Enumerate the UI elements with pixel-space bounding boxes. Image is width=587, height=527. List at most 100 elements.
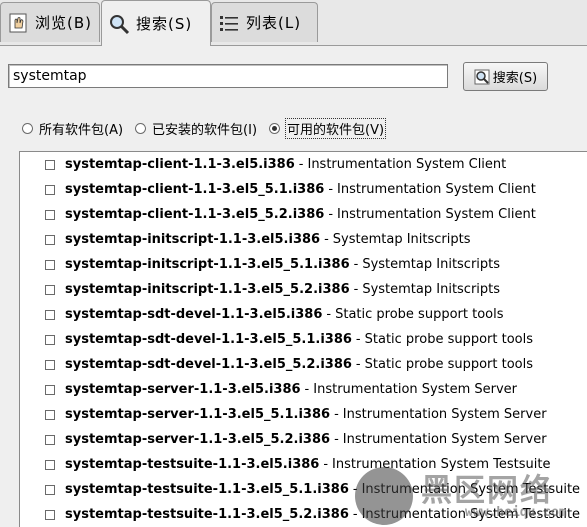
filter-available-label: 可用的软件包(V)	[285, 117, 387, 139]
package-checkbox[interactable]	[45, 359, 55, 370]
package-name: systemtap-initscript-1.1-3.el5.i386	[65, 232, 321, 247]
tab-list-label: 列表(L)	[246, 14, 302, 32]
separator: -	[352, 482, 358, 497]
separator: -	[353, 282, 359, 297]
package-description: Instrumentation System Server	[342, 432, 547, 447]
package-name: systemtap-initscript-1.1-3.el5_5.2.i386	[65, 282, 350, 297]
package-checkbox[interactable]	[45, 209, 55, 220]
package-name: systemtap-server-1.1-3.el5_5.2.i386	[65, 432, 331, 447]
package-name: systemtap-sdt-devel-1.1-3.el5.i386	[65, 307, 323, 322]
filter-available-radio[interactable]: 可用的软件包(V)	[269, 117, 387, 139]
table-row[interactable]: systemtap-initscript-1.1-3.el5_5.2.i386-…	[20, 277, 587, 302]
package-checkbox[interactable]	[45, 259, 55, 270]
separator: -	[324, 232, 329, 247]
table-row[interactable]: systemtap-sdt-devel-1.1-3.el5_5.2.i386- S…	[20, 352, 587, 377]
table-row[interactable]: systemtap-server-1.1-3.el5_5.1.i386- Inst…	[20, 402, 587, 427]
search-button[interactable]: 搜索(S)	[463, 62, 548, 91]
separator: -	[334, 407, 339, 422]
table-row[interactable]: systemtap-sdt-devel-1.1-3.el5_5.1.i386- S…	[20, 327, 587, 352]
separator: -	[298, 157, 304, 172]
package-checkbox[interactable]	[45, 509, 55, 520]
package-description: Static probe support tools	[364, 332, 534, 347]
separator: -	[352, 507, 358, 522]
package-checkbox[interactable]	[45, 459, 55, 470]
separator: -	[353, 257, 359, 272]
package-name: systemtap-sdt-devel-1.1-3.el5_5.2.i386	[65, 357, 352, 372]
tab-divider	[0, 45, 587, 46]
package-filter: 所有软件包(A) 已安装的软件包(I) 可用的软件包(V)	[22, 117, 397, 139]
search-input[interactable]	[8, 64, 448, 88]
package-name: systemtap-client-1.1-3.el5_5.2.i386	[65, 207, 325, 222]
tab-search-label: 搜索(S)	[136, 15, 193, 33]
filter-all-label: 所有软件包(A)	[39, 122, 124, 138]
filter-installed-label: 已安装的软件包(I)	[152, 122, 258, 138]
package-checkbox[interactable]	[45, 234, 55, 245]
separator: -	[328, 182, 334, 197]
package-description: Instrumentation System Client	[337, 182, 536, 197]
package-description: Static probe support tools	[335, 307, 504, 322]
package-description: Instrumentation System Server	[313, 382, 518, 397]
search-button-label: 搜索(S)	[492, 71, 538, 86]
package-checkbox[interactable]	[45, 334, 55, 345]
table-row[interactable]: systemtap-client-1.1-3.el5.i386- Instrume…	[20, 152, 587, 177]
table-row[interactable]: systemtap-testsuite-1.1-3.el5_5.2.i386- I…	[20, 502, 587, 527]
package-description: Instrumentation System Testsuite	[361, 482, 581, 497]
filter-all-radio[interactable]: 所有软件包(A)	[22, 119, 123, 138]
package-description: Systemtap Initscripts	[332, 232, 471, 247]
separator: -	[326, 307, 332, 322]
package-name: systemtap-sdt-devel-1.1-3.el5_5.1.i386	[65, 332, 352, 347]
hand-icon	[7, 12, 29, 34]
package-description: Instrumentation System Server	[342, 407, 547, 422]
table-row[interactable]: systemtap-client-1.1-3.el5_5.2.i386- Inst…	[20, 202, 587, 227]
radio-circle	[22, 122, 33, 134]
separator: -	[328, 207, 334, 222]
table-row[interactable]: systemtap-initscript-1.1-3.el5_5.1.i386-…	[20, 252, 587, 277]
table-row[interactable]: systemtap-testsuite-1.1-3.el5_5.1.i386- I…	[20, 477, 587, 502]
separator: -	[334, 432, 339, 447]
tab-browse[interactable]: 浏览(B)	[0, 2, 100, 42]
table-row[interactable]: systemtap-testsuite-1.1-3.el5.i386- Instr…	[20, 452, 587, 477]
package-checkbox[interactable]	[45, 484, 55, 495]
table-row[interactable]: systemtap-server-1.1-3.el5.i386- Instrume…	[20, 377, 587, 402]
package-description: Systemtap Initscripts	[362, 282, 501, 297]
package-name: systemtap-initscript-1.1-3.el5_5.1.i386	[65, 257, 350, 272]
package-checkbox[interactable]	[45, 434, 55, 445]
package-name: systemtap-client-1.1-3.el5_5.1.i386	[65, 182, 325, 197]
package-checkbox[interactable]	[45, 309, 55, 320]
package-checkbox[interactable]	[45, 384, 55, 395]
table-row[interactable]: systemtap-client-1.1-3.el5_5.1.i386- Inst…	[20, 177, 587, 202]
package-name: systemtap-testsuite-1.1-3.el5_5.1.i386	[65, 482, 349, 497]
tab-search[interactable]: 搜索(S)	[101, 0, 211, 46]
separator: -	[323, 457, 329, 472]
package-list[interactable]: systemtap-client-1.1-3.el5.i386- Instrume…	[19, 151, 587, 527]
separator: -	[355, 357, 361, 372]
package-checkbox[interactable]	[45, 159, 55, 170]
package-checkbox[interactable]	[45, 409, 55, 420]
tab-bar: 浏览(B) 搜索(S) 列表(L)	[0, 0, 587, 46]
package-description: Static probe support tools	[364, 357, 534, 372]
separator: -	[355, 332, 361, 347]
table-row[interactable]: systemtap-sdt-devel-1.1-3.el5.i386- Stati…	[20, 302, 587, 327]
package-checkbox[interactable]	[45, 184, 55, 195]
package-description: Instrumentation System Client	[307, 157, 507, 172]
package-name: systemtap-client-1.1-3.el5.i386	[65, 157, 295, 172]
package-description: Systemtap Initscripts	[362, 257, 501, 272]
separator: -	[304, 382, 310, 397]
package-description: Instrumentation System Testsuite	[361, 507, 581, 522]
package-name: systemtap-testsuite-1.1-3.el5.i386	[65, 457, 320, 472]
package-name: systemtap-server-1.1-3.el5_5.1.i386	[65, 407, 331, 422]
list-icon	[218, 12, 240, 34]
table-row[interactable]: systemtap-initscript-1.1-3.el5.i386- Syst…	[20, 227, 587, 252]
search-icon	[474, 69, 490, 85]
package-description: Instrumentation System Testsuite	[332, 457, 551, 472]
package-description: Instrumentation System Client	[337, 207, 536, 222]
radio-circle	[269, 122, 281, 134]
tab-browse-label: 浏览(B)	[35, 14, 92, 32]
package-name: systemtap-testsuite-1.1-3.el5_5.2.i386	[65, 507, 349, 522]
radio-circle	[135, 122, 147, 134]
package-name: systemtap-server-1.1-3.el5.i386	[65, 382, 301, 397]
package-checkbox[interactable]	[45, 284, 55, 295]
table-row[interactable]: systemtap-server-1.1-3.el5_5.2.i386- Inst…	[20, 427, 587, 452]
filter-installed-radio[interactable]: 已安装的软件包(I)	[135, 119, 257, 138]
tab-list[interactable]: 列表(L)	[211, 2, 318, 42]
